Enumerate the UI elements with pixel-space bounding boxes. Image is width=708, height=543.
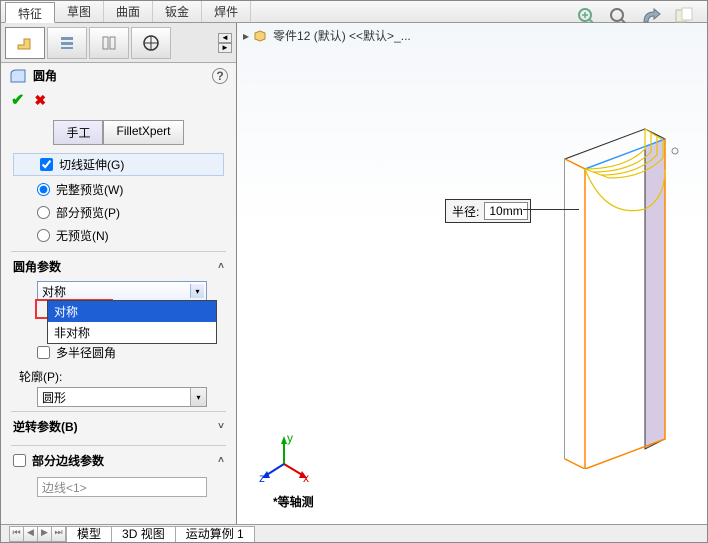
option-symmetric[interactable]: 对称 [48,301,216,322]
full-preview-label: 完整预览(W) [56,181,123,198]
fillet-icon [9,68,27,84]
breadcrumb-arrow-icon: ▸ [243,29,249,43]
tab-features[interactable]: 特征 [5,2,55,23]
partial-preview-label: 部分预览(P) [56,204,120,221]
panel-scroll-area: 切线延伸(G) 完整预览(W) 部分预览(P) 无预览(N) 圆角参数 ˄ 对称 [1,153,236,524]
symmetry-combo[interactable]: 对称 ▾ [37,281,207,301]
dimxpert-tab[interactable] [131,27,171,59]
fillet-params-header[interactable]: 圆角参数 ˄ [11,251,226,281]
tangent-extend-row[interactable]: 切线延伸(G) [13,153,224,176]
cancel-button[interactable]: ✖ [34,92,46,109]
tangent-extend-checkbox[interactable] [40,158,53,171]
partial-edges-label: 部分边线参数 [32,452,104,469]
edges-list[interactable]: 边线<1> [37,477,207,497]
no-preview-row[interactable]: 无预览(N) [11,224,226,247]
chevron-up-icon: ˄ [218,455,224,466]
chevron-up-icon: ˄ [218,261,224,272]
graphics-viewport[interactable]: ▸ 零件12 (默认) <<默认>_... [237,23,707,524]
callout-leader [523,209,579,210]
multi-radius-checkbox[interactable] [37,346,50,359]
symmetry-combo-value: 对称 [42,283,66,300]
feature-title-row: 圆角 ? [1,63,236,88]
partial-preview-row[interactable]: 部分预览(P) [11,201,226,224]
edges-placeholder: 边线<1> [42,479,87,496]
tab-sketch[interactable]: 草图 [55,1,104,22]
panel-scroll-spinner[interactable]: ◄► [218,33,232,53]
multi-radius-label: 多半径圆角 [56,344,116,361]
svg-text:z: z [259,471,265,484]
profile-label: 轮廓(P): [11,364,226,387]
fillet-params-label: 圆角参数 [13,258,61,275]
partial-edges-checkbox[interactable] [13,454,26,467]
ok-button[interactable]: ✔ [11,90,24,110]
svg-text:x: x [303,471,309,484]
chevron-down-icon: ▾ [190,388,206,406]
bottom-tab-3dview[interactable]: 3D 视图 [111,526,176,542]
tangent-extend-label: 切线延伸(G) [59,156,124,173]
bottom-tab-model[interactable]: 模型 [66,526,112,542]
confirm-row: ✔ ✖ [1,88,236,116]
partial-preview-radio[interactable] [37,206,50,219]
help-button[interactable]: ? [212,68,228,84]
part-icon [253,29,269,43]
multi-radius-row[interactable]: 多半径圆角 [11,341,226,364]
full-preview-row[interactable]: 完整预览(W) [11,178,226,201]
radius-callout[interactable]: 半径: 10mm [445,199,531,223]
option-asymmetric[interactable]: 非对称 [48,322,216,343]
feature-title: 圆角 [33,67,57,84]
profile-combo-value: 圆形 [42,389,66,406]
fillet-mode-row: 手工 FilletXpert [1,116,236,153]
bottom-tab-bar: ⏮◀▶⏭ 模型 3D 视图 运动算例 1 [1,524,707,542]
chevron-down-icon: ˅ [218,421,224,432]
partial-edges-header[interactable]: 部分边线参数 ˄ [11,445,226,475]
manual-mode-button[interactable]: 手工 [53,120,103,145]
breadcrumb-part: 零件12 (默认) <<默认>_... [273,27,411,44]
radius-label: 半径: [448,203,483,220]
svg-text:y: y [287,434,293,445]
reverse-params-label: 逆转参数(B) [13,418,78,435]
reverse-params-header[interactable]: 逆转参数(B) ˅ [11,411,226,441]
view-triad[interactable]: y x z [259,434,309,484]
tab-nav-buttons[interactable]: ⏮◀▶⏭ [9,526,67,542]
filletxpert-mode-button[interactable]: FilletXpert [103,120,183,145]
feature-manager-tab[interactable] [5,27,45,59]
profile-combo[interactable]: 圆形 ▾ [37,387,207,407]
property-manager-tab[interactable] [47,27,87,59]
bottom-tab-motion[interactable]: 运动算例 1 [175,526,255,542]
no-preview-label: 无预览(N) [56,227,109,244]
config-manager-tab[interactable] [89,27,129,59]
symmetry-dropdown: 对称 非对称 [47,300,217,344]
model-block: 半径: 10mm [555,129,665,459]
tab-surface[interactable]: 曲面 [104,1,153,22]
property-panel: ◄► 圆角 ? ✔ ✖ 手工 FilletXpert 切线延伸(G) 完整预览(… [1,23,237,524]
radius-value-input[interactable]: 10mm [484,202,527,220]
breadcrumb[interactable]: ▸ 零件12 (默认) <<默认>_... [243,27,411,44]
full-preview-radio[interactable] [37,183,50,196]
tab-weldment[interactable]: 焊件 [202,1,251,22]
tab-sheetmetal[interactable]: 钣金 [153,1,202,22]
manager-tabs: ◄► [1,23,236,63]
chevron-down-icon: ▾ [190,284,204,298]
view-orientation-label: *等轴测 [273,493,314,510]
no-preview-radio[interactable] [37,229,50,242]
